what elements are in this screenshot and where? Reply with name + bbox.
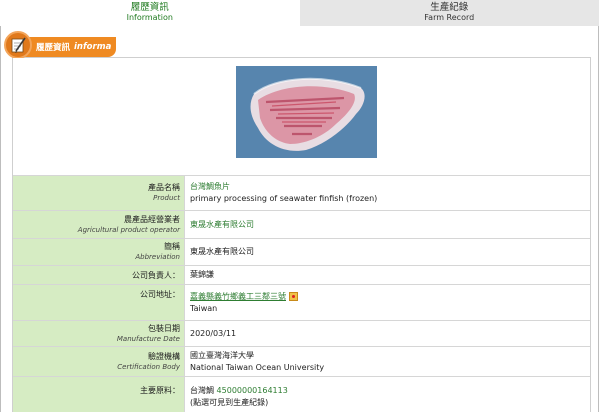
row-pack-date: 包裝日期 Manufacture Date 2020/03/11 bbox=[13, 321, 590, 347]
address-country: Taiwan bbox=[190, 303, 218, 313]
section-header: 履歷資訊 informa bbox=[22, 37, 116, 57]
fish-fillet-image bbox=[236, 66, 377, 158]
operator-label-zh: 農產品經營業者 bbox=[124, 214, 180, 224]
materials-prefix: 台灣鯛 bbox=[190, 386, 214, 395]
product-name-en: primary processing of seawater finfish (… bbox=[190, 194, 378, 203]
certification-value-zh: 國立臺灣海洋大學 bbox=[190, 350, 254, 360]
certification-label-en: Certification Body bbox=[117, 362, 180, 371]
pack-date-value: 2020/03/11 bbox=[190, 328, 237, 338]
row-principal-label: 公司負責人： bbox=[13, 266, 185, 284]
tab-farm-record-label-zh: 生產紀錄 bbox=[430, 2, 469, 13]
row-abbreviation-value: 東晟水產有限公司 bbox=[185, 239, 590, 265]
section-title-en: informa bbox=[74, 42, 112, 52]
row-product-value: 台灣鯛魚片 primary processing of seawater fin… bbox=[185, 176, 590, 210]
pen-paper-icon bbox=[4, 31, 32, 59]
materials-label-zh: 主要原料： bbox=[140, 386, 180, 395]
abbreviation-value: 東晟水產有限公司 bbox=[190, 247, 254, 256]
principal-label-zh: 公司負責人： bbox=[132, 270, 180, 280]
abbreviation-label-en: Abbreviation bbox=[135, 253, 180, 261]
product-label-zh: 產品名稱 bbox=[148, 183, 180, 192]
row-materials: 主要原料： 台灣鯛 45000000164113 (點選可見到生產紀錄) bbox=[13, 377, 590, 412]
row-operator-value: 東晟水產有限公司 bbox=[185, 211, 590, 238]
row-principal-value: 葉錦謙 bbox=[185, 266, 590, 284]
pack-date-label-en: Manufacture Date bbox=[116, 334, 180, 343]
tab-farm-record-label-en: Farm Record bbox=[424, 13, 475, 22]
row-address: 公司地址： 嘉義縣義竹鄉義工三鄰三號 Taiwan bbox=[13, 285, 590, 321]
row-certification: 驗證機構 Certification Body 國立臺灣海洋大學 Nationa… bbox=[13, 347, 590, 377]
row-operator-label: 農產品經營業者 Agricultural product operator bbox=[13, 211, 185, 238]
row-address-value: 嘉義縣義竹鄉義工三鄰三號 Taiwan bbox=[185, 285, 590, 320]
certification-label-zh: 驗證機構 bbox=[148, 351, 180, 361]
product-label-en: Product bbox=[153, 194, 180, 202]
map-icon[interactable] bbox=[289, 291, 298, 301]
row-pack-date-value: 2020/03/11 bbox=[185, 321, 590, 346]
left-border bbox=[0, 26, 1, 412]
principal-value: 葉錦謙 bbox=[190, 270, 214, 279]
row-pack-date-label: 包裝日期 Manufacture Date bbox=[13, 321, 185, 346]
tab-information-label-en: Information bbox=[126, 12, 173, 22]
row-principal: 公司負責人： 葉錦謙 bbox=[13, 266, 590, 285]
certification-value-en: National Taiwan Ocean University bbox=[190, 362, 325, 372]
materials-code-link[interactable]: 45000000164113 bbox=[217, 386, 288, 395]
materials-note: (點選可見到生產紀錄) bbox=[190, 398, 269, 407]
row-materials-value: 台灣鯛 45000000164113 (點選可見到生產紀錄) bbox=[185, 377, 590, 412]
row-product-label: 產品名稱 Product bbox=[13, 176, 185, 210]
address-label-zh: 公司地址： bbox=[140, 290, 180, 299]
address-link[interactable]: 嘉義縣義竹鄉義工三鄰三號 bbox=[190, 292, 286, 301]
row-operator: 農產品經營業者 Agricultural product operator 東晟… bbox=[13, 211, 590, 239]
row-abbreviation-label: 簡稱 Abbreviation bbox=[13, 239, 185, 265]
operator-link[interactable]: 東晟水產有限公司 bbox=[190, 219, 590, 231]
tab-bar: 履歷資訊 Information 生產紀錄 Farm Record bbox=[0, 0, 599, 26]
section-title-zh: 履歷資訊 bbox=[36, 43, 71, 53]
tab-information-label-zh: 履歷資訊 bbox=[130, 1, 169, 13]
row-product: 產品名稱 Product 台灣鯛魚片 primary processing of… bbox=[13, 176, 590, 211]
tab-farm-record[interactable]: 生產紀錄 Farm Record bbox=[299, 0, 599, 26]
row-certification-label: 驗證機構 Certification Body bbox=[13, 347, 185, 376]
row-materials-label: 主要原料： bbox=[13, 377, 185, 412]
product-name-zh: 台灣鯛魚片 bbox=[190, 182, 230, 191]
operator-label-en: Agricultural product operator bbox=[77, 225, 180, 234]
pack-date-label-zh: 包裝日期 bbox=[148, 323, 180, 333]
row-abbreviation: 簡稱 Abbreviation 東晟水產有限公司 bbox=[13, 239, 590, 266]
row-address-label: 公司地址： bbox=[13, 285, 185, 320]
tab-information[interactable]: 履歷資訊 Information bbox=[0, 0, 300, 26]
row-certification-value: 國立臺灣海洋大學 National Taiwan Ocean Universit… bbox=[185, 347, 590, 376]
abbreviation-label-zh: 簡稱 bbox=[164, 242, 180, 251]
